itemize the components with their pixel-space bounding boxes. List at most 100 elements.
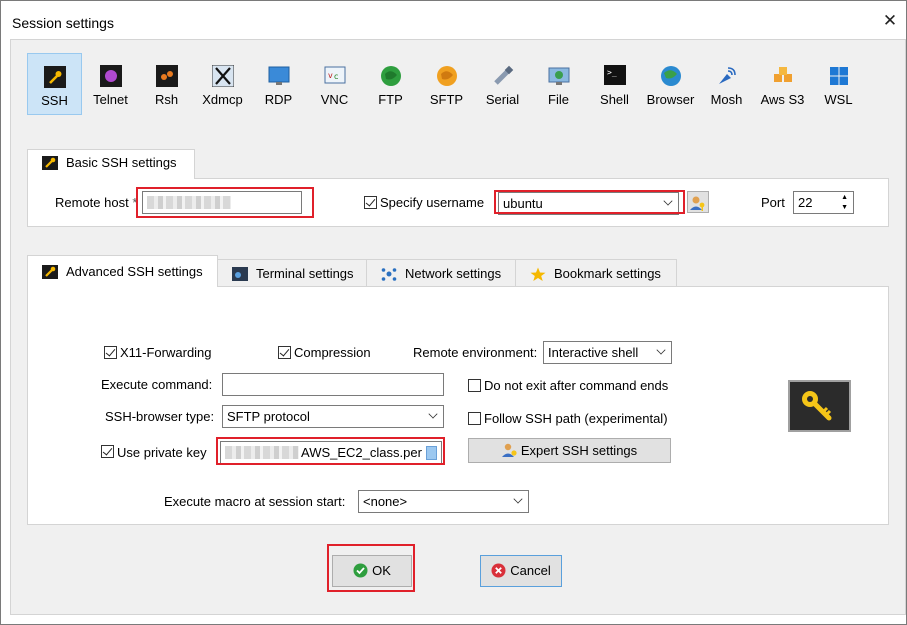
- user-gear-icon: [501, 443, 517, 457]
- specify-username-checkbox[interactable]: [364, 196, 377, 209]
- key-glyph-icon: [802, 391, 832, 421]
- ssh-browser-type-select[interactable]: SFTP protocol: [222, 405, 444, 428]
- tab-terminal-settings[interactable]: Terminal settings: [217, 259, 367, 287]
- private-key-value: AWS_EC2_class.per: [301, 445, 422, 460]
- tab-basic-ssh-settings-label: Basic SSH settings: [66, 155, 177, 170]
- execute-macro-select[interactable]: <none>: [358, 490, 529, 513]
- spin-up-icon[interactable]: ▲: [841, 193, 848, 202]
- port-value: 22: [798, 195, 813, 210]
- window-title: Session settings: [12, 15, 114, 31]
- remote-environment-value: Interactive shell: [548, 345, 639, 360]
- follow-ssh-path-checkbox[interactable]: [468, 412, 481, 425]
- session-type-label: WSL: [824, 92, 853, 107]
- star-icon: [530, 267, 546, 281]
- chevron-down-icon: [428, 409, 438, 419]
- rdp-icon: [268, 66, 289, 85]
- shell-icon: >_: [603, 65, 626, 85]
- execute-command-label: Execute command:: [101, 377, 213, 392]
- session-type-xdmcp[interactable]: Xdmcp: [195, 53, 250, 115]
- do-not-exit-checkbox[interactable]: [468, 379, 481, 392]
- required-mark: *: [132, 195, 138, 210]
- execute-macro-value: <none>: [363, 494, 408, 509]
- use-private-key-checkbox[interactable]: [101, 445, 114, 458]
- session-type-wsl[interactable]: WSL: [811, 53, 866, 115]
- serial-icon: [493, 65, 513, 85]
- x11-forwarding-checkbox[interactable]: [104, 346, 117, 359]
- tab-label: Network settings: [405, 266, 502, 281]
- cancel-button[interactable]: Cancel: [480, 555, 562, 587]
- session-type-label: SFTP: [429, 92, 464, 107]
- session-type-label: Xdmcp: [202, 92, 243, 107]
- session-type-mosh[interactable]: Mosh: [699, 53, 754, 115]
- tab-label: Advanced SSH settings: [66, 264, 203, 279]
- x11-forwarding-label: X11-Forwarding: [120, 345, 212, 360]
- check-circle-icon: [353, 563, 368, 578]
- remote-environment-label: Remote environment:: [413, 345, 538, 360]
- redacted-host: [147, 196, 231, 209]
- spin-down-icon[interactable]: ▼: [841, 203, 848, 212]
- wsl-icon: [829, 67, 848, 85]
- follow-ssh-path-label: Follow SSH path (experimental): [484, 411, 668, 426]
- cancel-label: Cancel: [510, 563, 551, 578]
- tab-label: Bookmark settings: [554, 266, 661, 281]
- network-icon: [381, 268, 397, 281]
- session-type-sftp[interactable]: SFTP: [419, 53, 474, 115]
- ssh-browser-type-label: SSH-browser type:: [105, 409, 215, 424]
- expert-ssh-settings-button[interactable]: Expert SSH settings: [468, 438, 671, 463]
- compression-checkbox[interactable]: [278, 346, 291, 359]
- session-type-label: FTP: [378, 92, 403, 107]
- session-type-serial[interactable]: Serial: [475, 53, 530, 115]
- tab-bookmark-settings[interactable]: Bookmark settings: [515, 259, 677, 287]
- session-type-label: SSH: [41, 93, 68, 108]
- ftp-icon: [380, 66, 401, 86]
- close-icon[interactable]: ✕: [880, 11, 900, 31]
- file-browse-icon[interactable]: [426, 446, 437, 460]
- session-type-rdp[interactable]: RDP: [251, 53, 306, 115]
- remote-environment-select[interactable]: Interactive shell: [543, 341, 672, 364]
- tab-basic-ssh-settings[interactable]: Basic SSH settings: [27, 149, 195, 179]
- session-type-ftp[interactable]: FTP: [363, 53, 418, 115]
- sftp-icon: [436, 66, 457, 86]
- execute-macro-label: Execute macro at session start:: [164, 494, 346, 509]
- rsh-icon: [155, 65, 178, 87]
- mosh-icon: [718, 67, 736, 84]
- redacted-key-path: [225, 446, 299, 459]
- ok-button[interactable]: OK: [332, 555, 412, 587]
- session-type-vnc[interactable]: v c VNC: [307, 53, 362, 115]
- session-type-shell[interactable]: >_ Shell: [587, 53, 642, 115]
- telnet-icon: [99, 65, 122, 87]
- compression-label: Compression: [294, 345, 371, 360]
- user-key-icon: [690, 196, 705, 211]
- vnc-icon: vc: [324, 66, 345, 84]
- execute-command-input[interactable]: [222, 373, 444, 396]
- session-type-label: Serial: [485, 92, 520, 107]
- ok-label: OK: [372, 563, 391, 578]
- ssh-browser-type-value: SFTP protocol: [227, 409, 310, 424]
- session-type-label: File: [548, 92, 569, 107]
- use-private-key-label: Use private key: [117, 445, 207, 460]
- remote-host-label: Remote host *: [55, 195, 138, 210]
- port-label: Port: [761, 195, 785, 210]
- session-type-label: Shell: [600, 92, 629, 107]
- username-select[interactable]: ubuntu: [498, 192, 679, 215]
- ssh-icon: [43, 66, 66, 88]
- session-type-rsh[interactable]: Rsh: [139, 53, 194, 115]
- tab-network-settings[interactable]: Network settings: [366, 259, 516, 287]
- wrench-icon: [42, 156, 58, 170]
- tab-advanced-ssh-settings[interactable]: Advanced SSH settings: [27, 255, 218, 287]
- session-type-aws-s3[interactable]: Aws S3: [755, 53, 810, 115]
- session-type-telnet[interactable]: Telnet: [83, 53, 138, 115]
- file-icon: [548, 67, 569, 85]
- user-manager-button[interactable]: [687, 191, 709, 213]
- port-spinner[interactable]: 22 ▲ ▼: [793, 191, 854, 214]
- svg-text:>_: >_: [607, 68, 617, 77]
- username-value: ubuntu: [503, 196, 543, 211]
- session-type-ssh[interactable]: SSH: [27, 53, 82, 115]
- svg-text:v: v: [328, 71, 333, 80]
- session-type-file[interactable]: File: [531, 53, 586, 115]
- remote-host-input[interactable]: [142, 191, 302, 214]
- session-type-browser[interactable]: Browser: [643, 53, 698, 115]
- private-key-input[interactable]: AWS_EC2_class.per: [220, 441, 442, 464]
- session-type-label: Browser: [646, 92, 695, 107]
- session-type-label: Telnet: [93, 92, 128, 107]
